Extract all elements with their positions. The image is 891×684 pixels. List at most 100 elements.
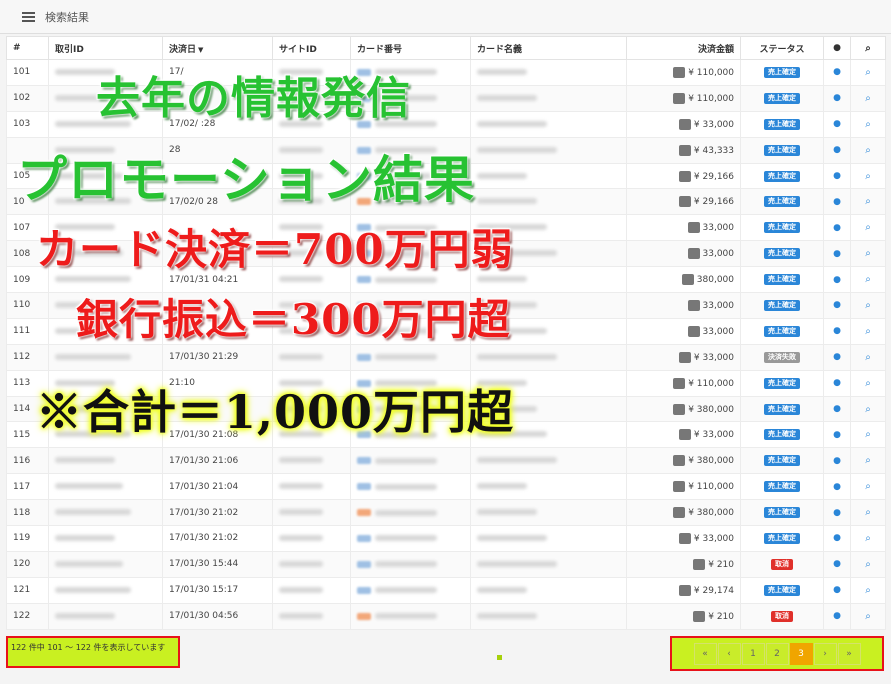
table-row[interactable]: 111 33,000 売上確定 ● ⌕ [6, 317, 886, 345]
search-icon[interactable]: ⌕ [865, 196, 871, 207]
user-icon[interactable]: ● [833, 585, 841, 595]
table-row[interactable]: 117 17/01/30 21:04 ¥ 110,000 売上確定 ● ⌕ [6, 473, 886, 501]
row-search[interactable]: ⌕ [850, 59, 886, 86]
search-icon[interactable]: ⌕ [865, 455, 871, 466]
row-user[interactable]: ● [823, 473, 851, 501]
row-search[interactable]: ⌕ [850, 576, 886, 604]
search-icon[interactable]: ⌕ [865, 559, 871, 570]
user-icon[interactable]: ● [833, 197, 841, 207]
table-row[interactable]: 118 17/01/30 21:02 ¥ 380,000 売上確定 ● ⌕ [6, 499, 886, 527]
search-icon[interactable]: ⌕ [865, 171, 871, 182]
table-row[interactable]: 28 ¥ 43,333 売上確定 ● ⌕ [6, 136, 886, 164]
page-2-button[interactable]: 2 [765, 642, 789, 665]
user-icon[interactable]: ● [833, 93, 841, 103]
row-search[interactable]: ⌕ [850, 369, 886, 397]
row-user[interactable]: ● [823, 369, 851, 397]
header-transaction-id[interactable]: 取引ID [48, 36, 163, 60]
row-user[interactable]: ● [823, 188, 851, 216]
table-row[interactable]: 114 ¥ 380,000 売上確定 ● ⌕ [6, 395, 886, 423]
row-user[interactable]: ● [823, 343, 851, 371]
user-icon[interactable]: ● [833, 559, 841, 569]
table-row[interactable]: 110 33,000 売上確定 ● ⌕ [6, 292, 886, 319]
search-icon[interactable]: ⌕ [865, 429, 871, 440]
row-user[interactable]: ● [823, 317, 851, 345]
row-user[interactable]: ● [823, 421, 851, 449]
table-row[interactable]: 103 17/02/ :28 ¥ 33,000 売上確定 ● ⌕ [6, 110, 886, 138]
row-search[interactable]: ⌕ [850, 421, 886, 449]
table-row[interactable]: 102 ¥ 110,000 売上確定 ● ⌕ [6, 84, 886, 112]
user-icon[interactable]: ● [833, 223, 841, 233]
search-icon[interactable]: ⌕ [865, 352, 871, 363]
header-status[interactable]: ステータス [740, 36, 824, 60]
user-icon[interactable]: ● [833, 352, 841, 362]
row-user[interactable]: ● [823, 292, 851, 319]
table-row[interactable]: 113 21:10 ¥ 110,000 売上確定 ● ⌕ [6, 369, 886, 397]
user-icon[interactable]: ● [833, 171, 841, 181]
user-icon[interactable]: ● [833, 533, 841, 543]
header-card-name[interactable]: カード名義 [470, 36, 627, 60]
row-user[interactable]: ● [823, 110, 851, 138]
row-search[interactable]: ⌕ [850, 473, 886, 501]
row-user[interactable]: ● [823, 84, 851, 112]
row-user[interactable]: ● [823, 59, 851, 86]
search-icon[interactable]: ⌕ [865, 611, 871, 622]
table-row[interactable]: 10 17/02/0 28 ¥ 29,166 売上確定 ● ⌕ [6, 188, 886, 216]
user-icon[interactable]: ● [833, 482, 841, 492]
row-search[interactable]: ⌕ [850, 343, 886, 371]
search-icon[interactable]: ⌕ [865, 585, 871, 596]
table-row[interactable]: 120 17/01/30 15:44 ¥ 210 取消 ● ⌕ [6, 550, 886, 578]
user-icon[interactable]: ● [833, 456, 841, 466]
row-search[interactable]: ⌕ [850, 602, 886, 630]
search-icon[interactable]: ⌕ [865, 93, 871, 104]
user-icon[interactable]: ● [833, 611, 841, 621]
row-user[interactable]: ● [823, 214, 851, 242]
row-search[interactable]: ⌕ [850, 162, 886, 190]
row-search[interactable]: ⌕ [850, 240, 886, 268]
user-icon[interactable]: ● [833, 67, 841, 77]
next-page-button[interactable]: › [813, 642, 837, 665]
user-icon[interactable]: ● [833, 326, 841, 336]
table-row[interactable]: 101 17/ ¥ 110,000 売上確定 ● ⌕ [6, 59, 886, 86]
user-icon[interactable]: ● [833, 119, 841, 129]
row-user[interactable]: ● [823, 550, 851, 578]
prev-page-button[interactable]: ‹ [717, 642, 741, 665]
header-date[interactable]: 決済日 ▼ [162, 36, 273, 60]
row-search[interactable]: ⌕ [850, 266, 886, 294]
user-icon[interactable]: ● [833, 275, 841, 285]
row-user[interactable]: ● [823, 136, 851, 164]
search-icon[interactable]: ⌕ [865, 404, 871, 415]
row-user[interactable]: ● [823, 499, 851, 527]
table-row[interactable]: 116 17/01/30 21:06 ¥ 380,000 売上確定 ● ⌕ [6, 447, 886, 475]
row-search[interactable]: ⌕ [850, 395, 886, 423]
user-icon[interactable]: ● [833, 404, 841, 414]
search-icon[interactable]: ⌕ [865, 326, 871, 337]
table-row[interactable]: 109 17/01/31 04:21 380,000 売上確定 ● ⌕ [6, 266, 886, 294]
search-icon[interactable]: ⌕ [865, 119, 871, 130]
row-search[interactable]: ⌕ [850, 136, 886, 164]
row-user[interactable]: ● [823, 447, 851, 475]
table-row[interactable]: 119 17/01/30 21:02 ¥ 33,000 売上確定 ● ⌕ [6, 525, 886, 552]
row-user[interactable]: ● [823, 576, 851, 604]
row-search[interactable]: ⌕ [850, 292, 886, 319]
header-amount[interactable]: 決済金額 [626, 36, 741, 60]
user-icon[interactable]: ● [833, 300, 841, 310]
row-search[interactable]: ⌕ [850, 317, 886, 345]
search-icon[interactable]: ⌕ [865, 378, 871, 389]
search-icon[interactable]: ⌕ [865, 533, 871, 544]
row-search[interactable]: ⌕ [850, 188, 886, 216]
user-icon[interactable]: ● [833, 378, 841, 388]
header-site-id[interactable]: サイトID [272, 36, 351, 60]
table-row[interactable]: 112 17/01/30 21:29 ¥ 33,000 決済失敗 ● ⌕ [6, 343, 886, 371]
page-3-button[interactable]: 3 [789, 642, 813, 665]
last-page-button[interactable]: » [837, 642, 861, 665]
row-user[interactable]: ● [823, 525, 851, 552]
search-icon[interactable]: ⌕ [865, 507, 871, 518]
table-row[interactable]: 115 17/01/30 21:08 ¥ 33,000 売上確定 ● ⌕ [6, 421, 886, 449]
search-icon[interactable]: ⌕ [865, 67, 871, 78]
search-icon[interactable]: ⌕ [865, 481, 871, 492]
header-card-number[interactable]: カード番号 [350, 36, 471, 60]
search-icon[interactable]: ⌕ [865, 145, 871, 156]
row-user[interactable]: ● [823, 162, 851, 190]
row-user[interactable]: ● [823, 240, 851, 268]
row-user[interactable]: ● [823, 395, 851, 423]
